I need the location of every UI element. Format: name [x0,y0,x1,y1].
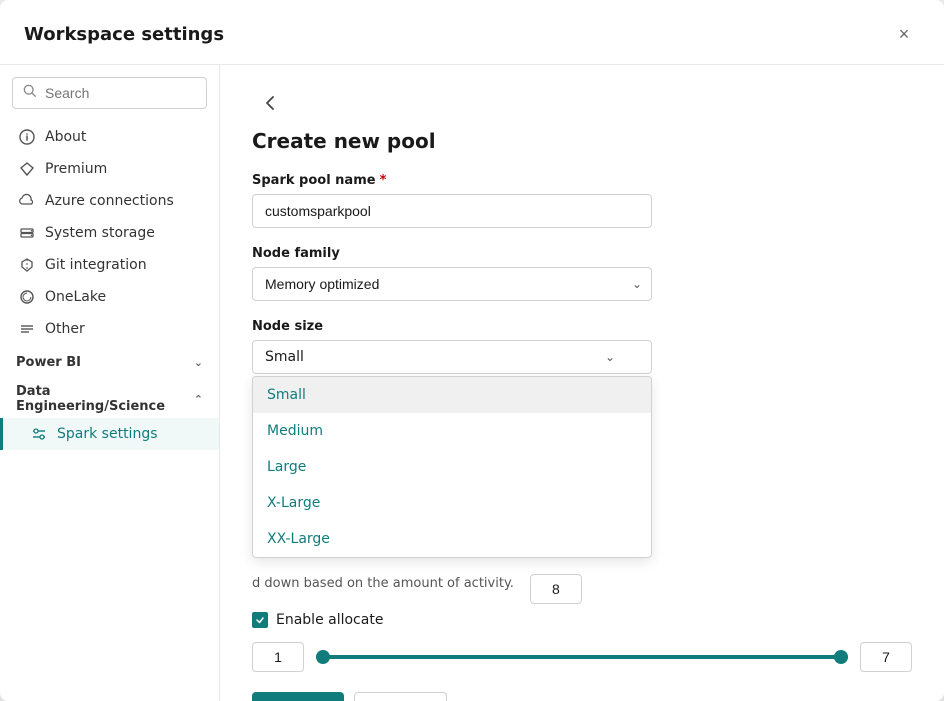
sidebar-item-other[interactable]: Other [0,313,219,345]
section-data-engineering[interactable]: Data Engineering/Science ⌃ [0,374,219,418]
chevron-down-icon: ⌄ [605,350,615,364]
sidebar-item-label: Azure connections [45,193,174,209]
circle-icon [19,289,35,305]
node-size-dropdown-trigger[interactable]: Small ⌄ [252,340,652,374]
page-title: Create new pool [252,129,912,153]
section-power-bi-label: Power BI [16,355,81,370]
enable-allocate-checkbox[interactable] [252,612,268,628]
slider-thumb-right[interactable] [834,650,848,664]
create-button[interactable]: Create [252,692,344,701]
node-count-input[interactable] [530,574,582,604]
sidebar-item-label: Git integration [45,257,147,273]
sidebar-item-azure[interactable]: Azure connections [0,185,219,217]
list-icon [19,321,35,337]
dropdown-item-label: XX-Large [267,531,330,547]
diamond-icon [19,161,35,177]
section-power-bi[interactable]: Power BI ⌄ [0,345,219,374]
dropdown-item-medium[interactable]: Medium [253,413,651,449]
node-size-group: Node size Small ⌄ Small Medium [252,319,912,374]
cloud-icon [19,193,35,209]
dropdown-item-large[interactable]: Large [253,449,651,485]
node-family-select-wrapper: Memory optimized ⌄ [252,267,652,301]
search-input[interactable] [45,85,196,101]
sidebar-item-about[interactable]: About [0,121,219,153]
slider-max-input[interactable] [860,642,912,672]
sidebar-item-git[interactable]: Git integration [0,249,219,281]
slider-track[interactable] [316,655,848,659]
dropdown-item-xxlarge[interactable]: XX-Large [253,521,651,557]
sidebar-item-onelake[interactable]: OneLake [0,281,219,313]
node-size-dropdown-list: Small Medium Large X-Large XX-Large [252,376,652,558]
section-data-engineering-label: Data Engineering/Science [16,384,194,414]
main-content: Create new pool Spark pool name * Node f… [220,65,944,701]
sliders-icon [31,426,47,442]
pool-name-label: Spark pool name * [252,173,912,188]
sidebar-item-label: About [45,129,86,145]
dropdown-item-xlarge[interactable]: X-Large [253,485,651,521]
search-box[interactable] [12,77,207,109]
close-button[interactable]: × [888,18,920,50]
dialog-title: Workspace settings [24,24,224,45]
node-family-label: Node family [252,246,912,261]
pool-name-group: Spark pool name * [252,173,912,228]
enable-allocate-label: Enable allocate [276,612,383,628]
node-size-label: Node size [252,319,912,334]
node-size-dropdown-container: Small ⌄ Small Medium Large [252,340,652,374]
autoscale-description: d down based on the amount of activity. [252,576,514,591]
dropdown-item-label: X-Large [267,495,320,511]
slider-thumb-left[interactable] [316,650,330,664]
enable-allocate-row: Enable allocate [252,612,912,628]
slider-min-input[interactable] [252,642,304,672]
required-star: * [380,173,387,188]
sidebar-item-label: Spark settings [57,426,158,442]
dialog-header: Workspace settings × [0,0,944,65]
node-size-value: Small [265,349,304,365]
node-family-group: Node family Memory optimized ⌄ [252,246,912,301]
dropdown-item-label: Small [267,387,306,403]
sidebar-item-system-storage[interactable]: System storage [0,217,219,249]
chevron-up-icon: ⌃ [194,393,203,406]
workspace-settings-dialog: Workspace settings × [0,0,944,701]
cancel-button[interactable]: Cancel [354,692,448,701]
sidebar-item-premium[interactable]: Premium [0,153,219,185]
info-icon [19,129,35,145]
storage-icon [19,225,35,241]
chevron-down-icon: ⌄ [194,356,203,369]
node-family-select[interactable]: Memory optimized [252,267,652,301]
back-button[interactable] [252,89,288,117]
dropdown-item-small[interactable]: Small [253,377,651,413]
slider-row [252,642,912,672]
sidebar-item-label: Premium [45,161,107,177]
action-buttons: Create Cancel [252,692,912,701]
sidebar-item-spark-settings[interactable]: Spark settings [0,418,219,450]
git-icon [19,257,35,273]
sidebar: About Premium Azure connections [0,65,220,701]
search-icon [23,84,37,102]
dialog-body: About Premium Azure connections [0,65,944,701]
dropdown-item-label: Large [267,459,306,475]
autoscale-section: d down based on the amount of activity. … [252,574,912,672]
sidebar-item-label: System storage [45,225,155,241]
sidebar-item-label: OneLake [45,289,106,305]
pool-name-input[interactable] [252,194,652,228]
dropdown-item-label: Medium [267,423,323,439]
sidebar-item-label: Other [45,321,85,337]
